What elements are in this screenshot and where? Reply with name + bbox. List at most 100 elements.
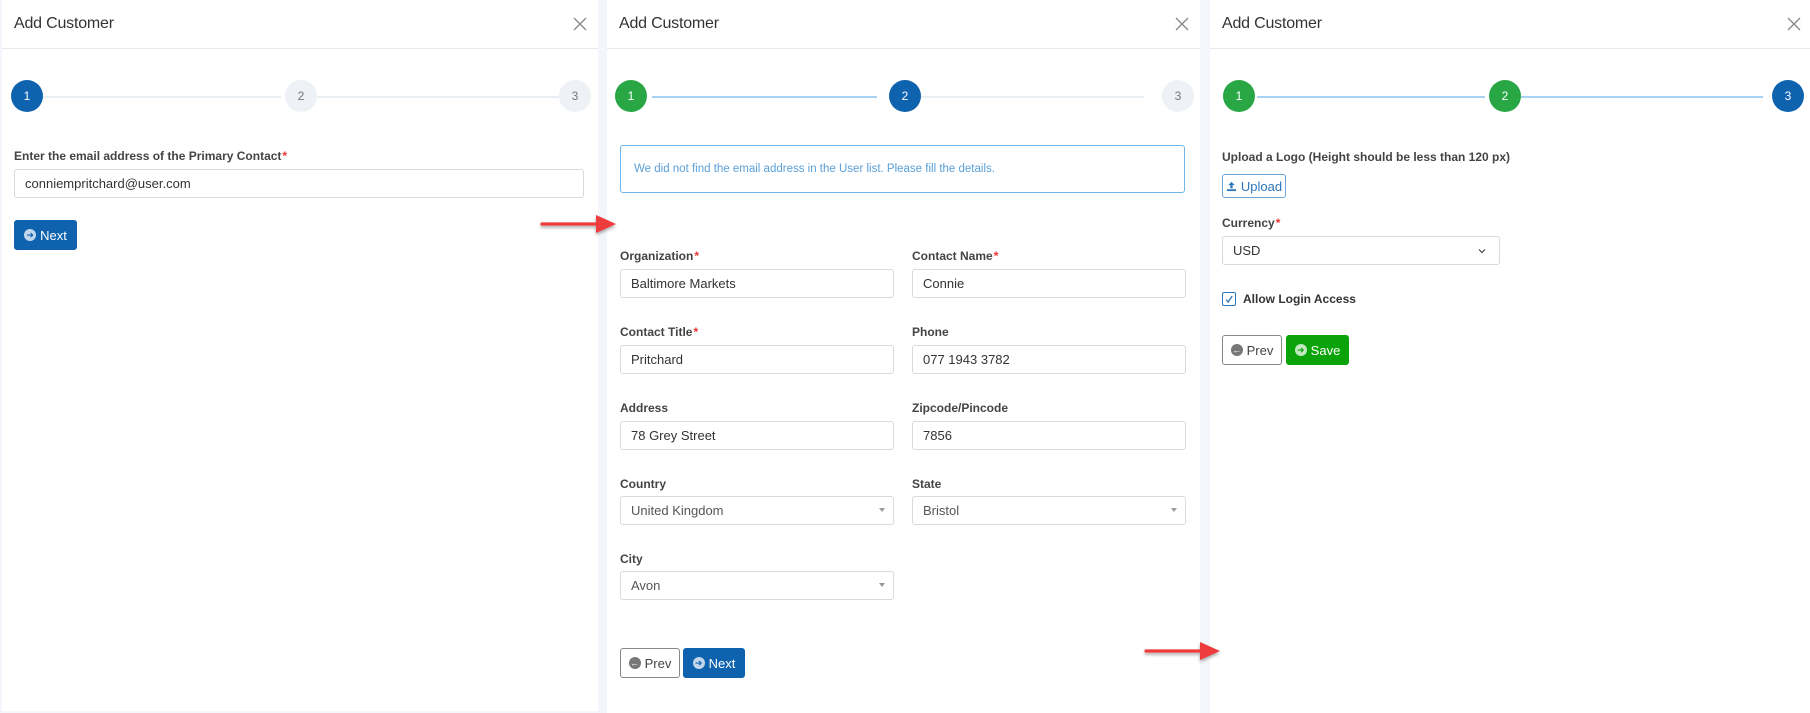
step-1[interactable]: 1 — [615, 80, 647, 112]
country-value: United Kingdom — [631, 503, 724, 518]
zipcode-input[interactable]: 7856 — [912, 421, 1186, 450]
currency-select[interactable]: USD — [1222, 236, 1500, 265]
organization-label-text: Organization — [620, 249, 694, 263]
required-mark: * — [993, 249, 999, 263]
caret-down-icon — [879, 508, 885, 512]
step-connector — [43, 96, 281, 98]
prev-label: Prev — [1246, 342, 1274, 358]
step-3[interactable]: 3 — [1772, 80, 1804, 112]
step-2[interactable]: 2 — [1489, 80, 1521, 112]
contact-title-input[interactable]: Pritchard — [620, 345, 894, 374]
annotation-arrow-icon — [1144, 642, 1220, 660]
required-mark: * — [1275, 216, 1281, 230]
address-value: 78 Grey Street — [631, 428, 716, 443]
close-icon — [1175, 17, 1189, 31]
close-button[interactable] — [1172, 14, 1192, 34]
stepper: 1 2 3 — [2, 80, 598, 114]
step-connector-done — [1521, 96, 1763, 98]
currency-label: Currency* — [1222, 216, 1280, 230]
caret-down-icon — [1171, 508, 1177, 512]
next-button[interactable]: ➜ Next — [683, 648, 745, 678]
checkmark-icon — [1225, 295, 1233, 304]
step-3[interactable]: 3 — [1162, 80, 1194, 112]
currency-value: USD — [1233, 243, 1261, 258]
state-label: State — [912, 477, 942, 491]
email-value: conniempritchard@user.com — [25, 176, 191, 191]
email-label: Enter the email address of the Primary C… — [14, 149, 287, 163]
contact-name-input[interactable]: Connie — [912, 269, 1186, 298]
required-mark: * — [694, 249, 700, 263]
panel-header: Add Customer — [1210, 0, 1810, 49]
save-button[interactable]: ➜ Save — [1286, 335, 1349, 365]
organization-input[interactable]: Baltimore Markets — [620, 269, 894, 298]
required-mark: * — [693, 325, 699, 339]
step-2[interactable]: 2 — [285, 80, 317, 112]
prev-button[interactable]: ← Prev — [620, 648, 680, 678]
next-label: Next — [708, 655, 736, 671]
upload-button[interactable]: Upload — [1222, 174, 1286, 198]
prev-label: Prev — [644, 655, 672, 671]
city-value: Avon — [631, 578, 661, 593]
stepper: 1 2 3 — [1210, 80, 1810, 114]
close-button[interactable] — [570, 14, 590, 34]
organization-label: Organization* — [620, 249, 699, 263]
next-button[interactable]: ➜ Next — [14, 220, 77, 250]
country-label: Country — [620, 477, 666, 491]
add-customer-panel-step-3: Add Customer 1 2 3 Upload a Logo (Height… — [1210, 0, 1810, 713]
address-input[interactable]: 78 Grey Street — [620, 421, 894, 450]
allow-login-checkbox[interactable] — [1222, 292, 1236, 306]
currency-label-text: Currency — [1222, 216, 1275, 230]
panel-title: Add Customer — [1222, 15, 1322, 32]
phone-input[interactable]: 077 1943 3782 — [912, 345, 1186, 374]
close-icon — [1787, 17, 1801, 31]
step-1[interactable]: 1 — [1223, 80, 1255, 112]
annotation-arrow-icon — [540, 215, 616, 233]
arrow-circle-right-icon: ➜ — [24, 229, 37, 241]
step-connector-done — [1257, 96, 1485, 98]
email-label-text: Enter the email address of the Primary C… — [14, 149, 282, 163]
caret-down-icon — [879, 583, 885, 587]
phone-label: Phone — [912, 325, 949, 339]
contact-title-value: Pritchard — [631, 352, 684, 367]
upload-label: Upload — [1240, 178, 1283, 194]
save-label: Save — [1310, 342, 1341, 358]
contact-title-label-text: Contact Title — [620, 325, 693, 339]
chevron-down-icon — [1478, 249, 1486, 254]
address-label: Address — [620, 401, 669, 415]
step-connector — [317, 96, 559, 98]
contact-name-value: Connie — [923, 276, 965, 291]
city-select[interactable]: Avon — [620, 571, 894, 600]
allow-login-label[interactable]: Allow Login Access — [1243, 292, 1356, 306]
panel-header: Add Customer — [2, 0, 598, 49]
next-label: Next — [40, 227, 67, 243]
step-connector — [911, 96, 1144, 98]
organization-value: Baltimore Markets — [631, 276, 736, 291]
arrow-circle-right-icon: ➜ — [1294, 344, 1307, 356]
panel-title: Add Customer — [14, 15, 114, 32]
step-2[interactable]: 2 — [889, 80, 921, 112]
country-select[interactable]: United Kingdom — [620, 496, 894, 525]
close-button[interactable] — [1784, 14, 1804, 34]
upload-logo-label: Upload a Logo (Height should be less tha… — [1222, 150, 1511, 164]
primary-contact-email-input[interactable]: conniempritchard@user.com — [14, 169, 584, 198]
state-select[interactable]: Bristol — [912, 496, 1186, 525]
upload-icon — [1226, 181, 1236, 191]
step-3[interactable]: 3 — [559, 80, 591, 112]
required-mark: * — [282, 149, 288, 163]
add-customer-panel-step-1: Add Customer 1 2 3 Enter the email addre… — [2, 0, 598, 711]
panel-header: Add Customer — [607, 0, 1200, 49]
zipcode-label: Zipcode/Pincode — [912, 401, 1009, 415]
step-connector-done — [652, 96, 877, 98]
panel-title: Add Customer — [619, 15, 719, 32]
arrow-circle-left-icon: ← — [1230, 344, 1243, 356]
contact-name-label: Contact Name* — [912, 249, 998, 263]
info-alert: We did not find the email address in the… — [620, 145, 1185, 193]
arrow-circle-right-icon: ➜ — [692, 657, 705, 669]
city-label: City — [620, 552, 643, 566]
phone-value: 077 1943 3782 — [923, 352, 1010, 367]
close-icon — [573, 17, 587, 31]
contact-title-label: Contact Title* — [620, 325, 698, 339]
step-1[interactable]: 1 — [11, 80, 43, 112]
state-value: Bristol — [923, 503, 960, 518]
prev-button[interactable]: ← Prev — [1222, 335, 1282, 365]
